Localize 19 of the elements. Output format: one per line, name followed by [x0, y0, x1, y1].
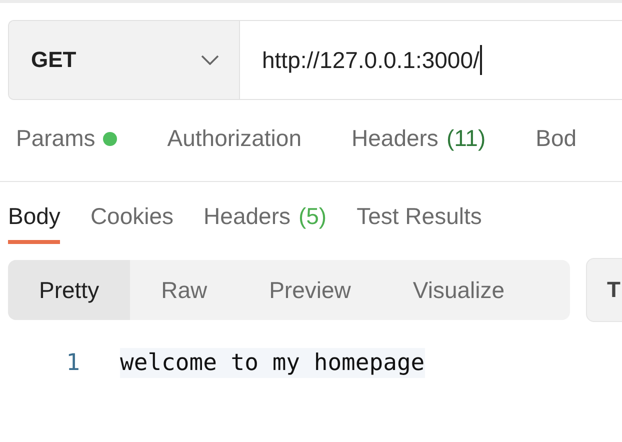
request-tab[interactable]: Bod — [536, 114, 577, 166]
chevron-down-icon — [201, 55, 219, 65]
request-tab[interactable]: Authorization — [167, 114, 302, 166]
view-mode-option[interactable]: Preview — [238, 260, 382, 320]
view-mode-option[interactable]: Pretty — [8, 260, 130, 320]
line-number: 1 — [65, 350, 80, 376]
response-tab[interactable]: Cookies — [90, 192, 174, 244]
text-cursor — [480, 45, 482, 75]
response-tab[interactable]: Body — [8, 192, 60, 244]
request-tab[interactable]: Headers (11) — [352, 114, 486, 166]
header-count: (5) — [298, 202, 327, 230]
request-tab[interactable]: Params — [16, 114, 118, 166]
header-count: (11) — [446, 125, 486, 152]
format-button[interactable]: T — [586, 258, 622, 322]
response-tab[interactable]: Headers (5) — [204, 192, 327, 244]
response-tab[interactable]: Test Results — [356, 192, 482, 244]
method-dropdown[interactable]: GET — [9, 21, 240, 99]
view-mode-option[interactable]: Raw — [130, 260, 238, 320]
view-mode-option[interactable]: Visualize — [382, 260, 536, 320]
